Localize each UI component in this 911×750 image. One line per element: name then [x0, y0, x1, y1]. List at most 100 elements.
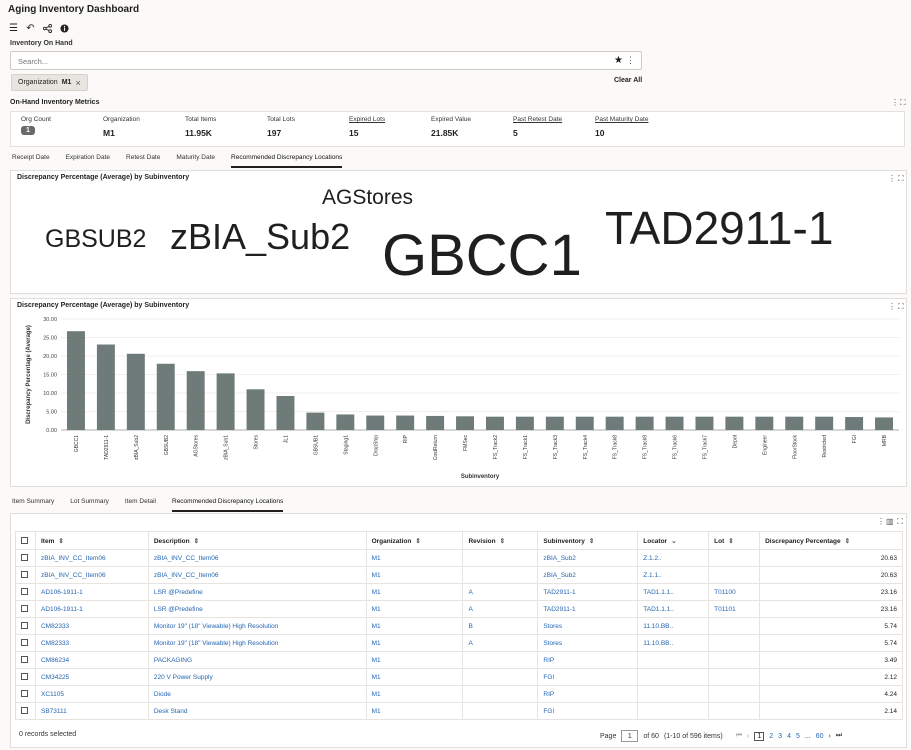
tab-receipt-date[interactable]: Receipt Date — [12, 154, 50, 168]
bar[interactable] — [875, 417, 894, 430]
table-cell[interactable]: CM82333 — [34, 634, 149, 652]
table-row[interactable]: zBIA_INV_CC_Item06 zBIA_INV_CC_Item06 M1 zB… — [15, 549, 903, 567]
tab-expiration-date[interactable]: Expiration Date — [66, 154, 110, 168]
table-cell[interactable]: RIP — [537, 685, 639, 703]
table-cell[interactable]: M1 — [365, 600, 464, 618]
bar[interactable] — [96, 344, 115, 430]
row-checkbox[interactable] — [21, 707, 28, 715]
bar[interactable] — [426, 415, 445, 430]
bar[interactable] — [485, 416, 504, 430]
share-icon[interactable] — [42, 23, 53, 34]
table-cell[interactable]: 220 V Power Supply — [147, 668, 367, 686]
next-page-icon[interactable]: › — [829, 733, 831, 740]
expand-icon[interactable]: ⛶ — [897, 517, 903, 527]
metric-expired-lots[interactable]: Expired Lots 15 — [339, 112, 421, 146]
table-cell[interactable]: A — [462, 583, 539, 601]
sort-icon[interactable]: ⇕ — [728, 538, 733, 545]
tab-lot-summary[interactable]: Lot Summary — [70, 498, 109, 512]
tag-word[interactable]: GBSUB2 — [45, 225, 146, 254]
table-cell[interactable]: AD106-1911-1 — [34, 600, 149, 618]
row-checkbox[interactable] — [21, 622, 28, 630]
expand-icon[interactable]: ⛶ — [900, 98, 906, 108]
table-cell[interactable]: LSR @Predefine — [147, 583, 367, 601]
table-cell[interactable]: M1 — [365, 549, 464, 567]
table-cell[interactable]: M1 — [365, 685, 464, 703]
table-cell[interactable]: TAD1.1.1.. — [637, 600, 710, 618]
table-cell[interactable]: SB73111 — [34, 702, 149, 720]
table-cell[interactable]: PACKAGING — [147, 651, 367, 669]
sort-icon[interactable]: ⇕ — [194, 538, 199, 545]
undo-icon[interactable]: ↶ — [25, 23, 36, 34]
table-cell[interactable]: TAD2911-1 — [537, 583, 639, 601]
table-row[interactable]: XC1105 Diode M1 RIP 4.24 — [15, 685, 903, 703]
bar[interactable] — [545, 416, 564, 430]
more-options-icon[interactable]: ⋮ — [877, 517, 885, 526]
bar[interactable] — [126, 353, 145, 430]
tag-word[interactable]: AGStores — [322, 186, 413, 210]
table-cell[interactable]: Diode — [147, 685, 367, 703]
tag-word[interactable]: GBCC1 — [382, 222, 582, 289]
table-cell[interactable]: Z.1.1.. — [637, 566, 710, 584]
table-cell[interactable]: zBIA_Sub2 — [537, 566, 639, 584]
row-checkbox[interactable] — [21, 656, 28, 664]
bar[interactable] — [815, 416, 834, 430]
tag-word[interactable]: TAD2911-1 — [605, 201, 833, 255]
table-cell[interactable]: zBIA_INV_CC_Item06 — [34, 549, 149, 567]
metric-past-maturity[interactable]: Past Maturity Date 10 — [585, 112, 667, 146]
table-cell[interactable]: CM34225 — [34, 668, 149, 686]
bar[interactable] — [605, 416, 624, 430]
table-cell[interactable]: TAD1.1.1.. — [637, 583, 710, 601]
bar[interactable] — [216, 373, 235, 430]
table-cell[interactable]: Monitor 19" (18" Viewable) High Resoluti… — [147, 617, 367, 635]
table-cell[interactable]: M1 — [365, 617, 464, 635]
table-cell[interactable]: 11.10.BB.. — [637, 617, 710, 635]
bar[interactable] — [635, 416, 654, 430]
bar[interactable] — [695, 416, 714, 430]
table-cell[interactable]: B — [462, 617, 539, 635]
table-cell[interactable]: M1 — [365, 634, 464, 652]
table-cell[interactable]: TAD2911-1 — [537, 600, 639, 618]
table-row[interactable]: SB73111 Desk Stand M1 FGI 2.14 — [15, 702, 903, 720]
bar[interactable] — [575, 416, 594, 430]
page-number[interactable]: 2 — [769, 733, 773, 740]
column-header[interactable]: Locator ⌄ — [637, 531, 710, 550]
info-icon[interactable] — [59, 23, 70, 34]
sort-icon[interactable]: ⇕ — [58, 538, 63, 545]
column-header[interactable]: Subinventory ⇕ — [537, 531, 639, 550]
bar[interactable] — [276, 395, 295, 430]
bar[interactable] — [366, 415, 385, 430]
sort-icon[interactable]: ⌄ — [671, 538, 676, 545]
row-checkbox[interactable] — [21, 690, 28, 698]
sort-icon[interactable]: ⇕ — [415, 538, 420, 545]
table-cell[interactable]: A — [462, 634, 539, 652]
bar[interactable] — [665, 416, 684, 430]
table-cell[interactable]: zBIA_Sub2 — [537, 549, 639, 567]
table-cell[interactable]: RIP — [537, 651, 639, 669]
table-cell[interactable]: T01100 — [708, 583, 761, 601]
row-checkbox[interactable] — [21, 639, 28, 647]
table-cell[interactable]: LSR @Predefine — [147, 600, 367, 618]
table-cell[interactable]: M1 — [365, 583, 464, 601]
table-cell[interactable]: CM86234 — [34, 651, 149, 669]
sort-icon[interactable]: ⇕ — [500, 538, 505, 545]
expand-icon[interactable]: ⛶ — [898, 174, 904, 184]
column-header[interactable]: Organization ⇕ — [365, 531, 464, 550]
sort-icon[interactable]: ⇕ — [589, 538, 594, 545]
bar[interactable] — [156, 363, 175, 430]
search-input[interactable] — [11, 52, 601, 71]
tab-maturity-date[interactable]: Maturity Date — [176, 154, 215, 168]
close-icon[interactable]: × — [75, 78, 80, 88]
table-cell[interactable]: Z.1.2.. — [637, 549, 710, 567]
page-number[interactable]: 60 — [816, 733, 824, 740]
column-header[interactable]: Discrepancy Percentage ⇕ — [759, 531, 903, 550]
metric-link-label[interactable]: Expired Lots — [349, 116, 411, 123]
bar[interactable] — [66, 331, 85, 430]
page-number[interactable]: 5 — [796, 733, 800, 740]
sort-icon[interactable]: ⇕ — [845, 538, 850, 545]
previous-page-icon[interactable]: ‹ — [747, 733, 749, 740]
table-cell[interactable]: FGI — [537, 702, 639, 720]
bar[interactable] — [755, 416, 774, 430]
row-checkbox[interactable] — [21, 554, 28, 562]
filter-chip[interactable]: Organization M1 × — [11, 74, 88, 91]
table-row[interactable]: AD106-1911-1 LSR @Predefine M1 A TAD2911-1 TA… — [15, 583, 903, 601]
